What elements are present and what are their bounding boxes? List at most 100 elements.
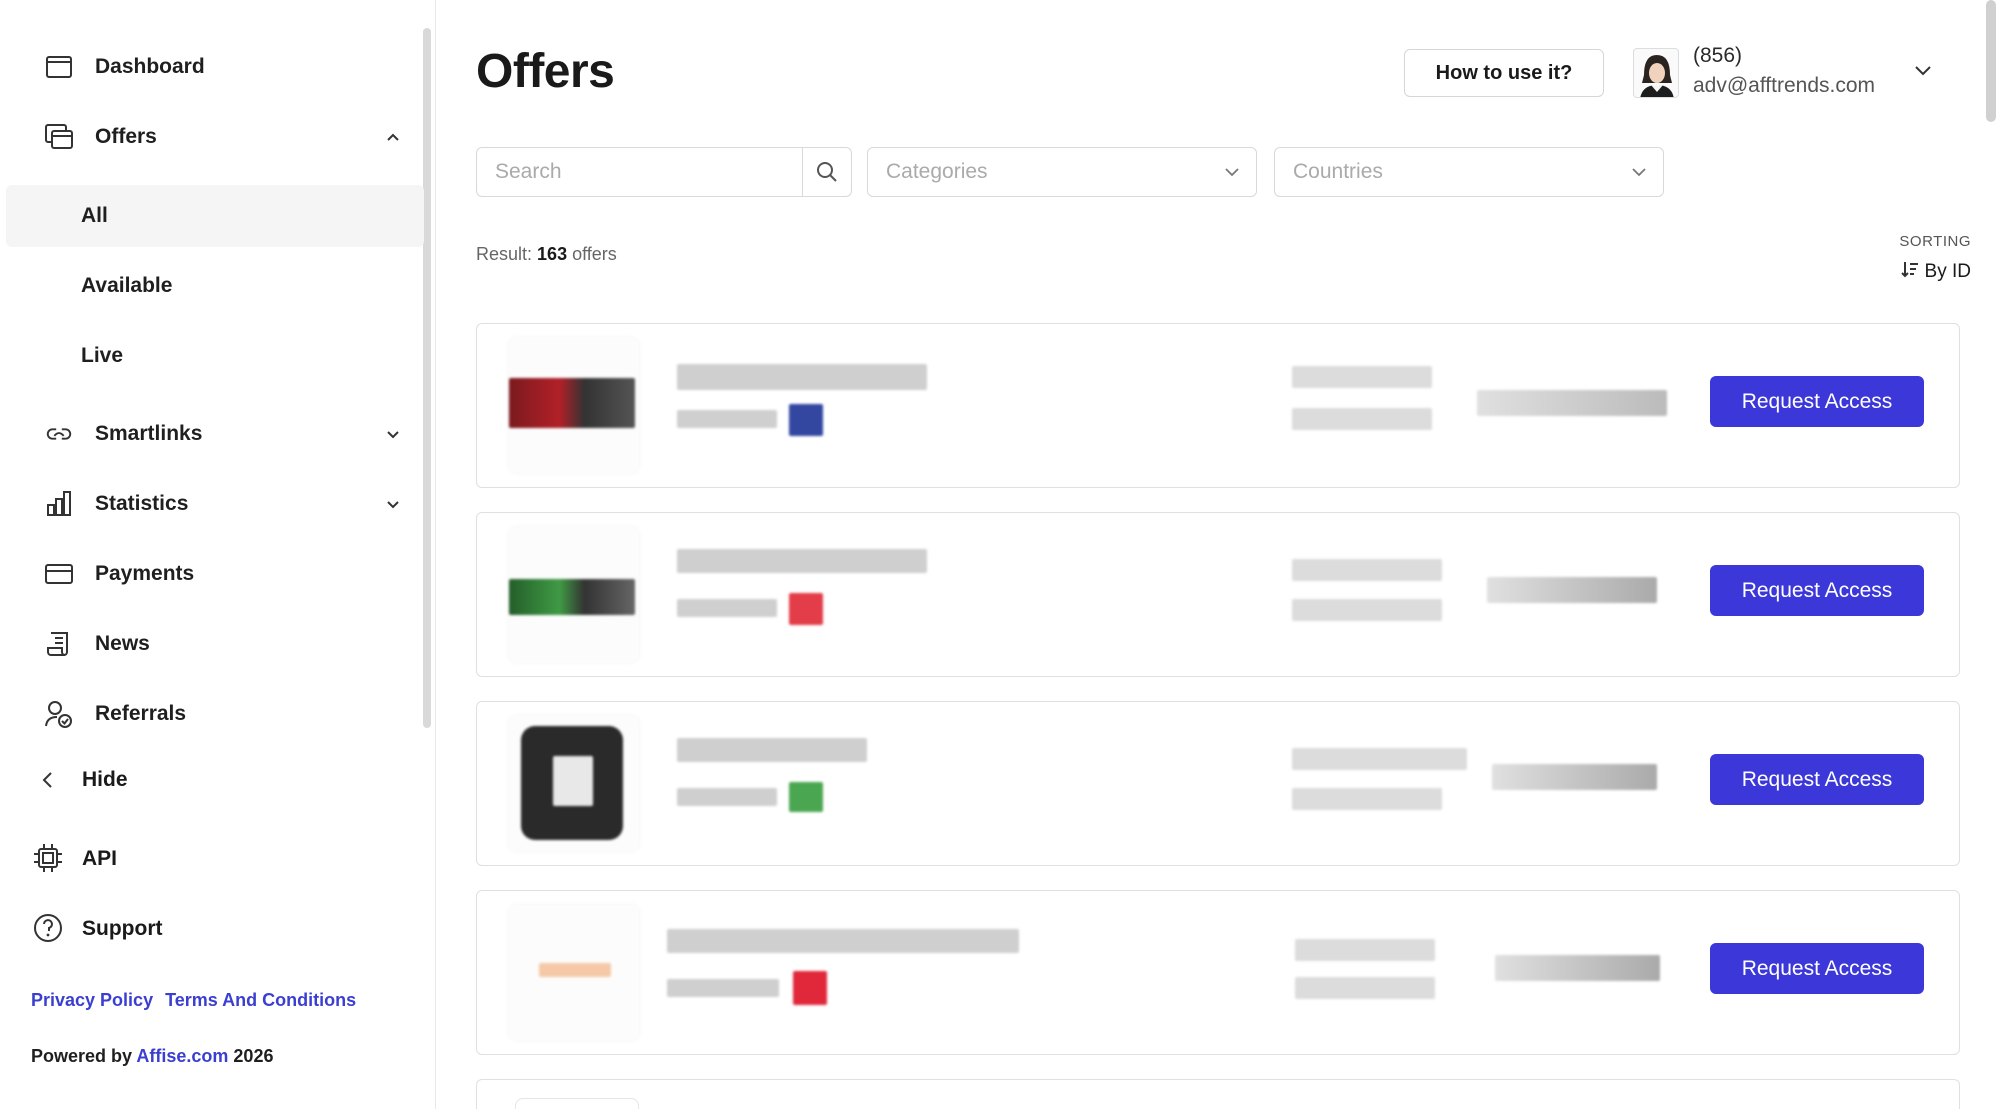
offer-payout-blurred: [1292, 408, 1432, 430]
sidebar-subitem-available[interactable]: Available: [6, 255, 424, 317]
main-content: Offers How to use it? (856) adv@afftrend…: [436, 0, 1999, 1109]
card-icon: [44, 559, 74, 589]
dashboard-icon: [44, 52, 74, 82]
offer-logo-blurred: [509, 378, 635, 428]
chevron-down-icon: [1222, 162, 1242, 182]
offer-stat-blurred: [1487, 577, 1657, 603]
sidebar-item-label: Payments: [95, 562, 195, 585]
offer-payout-blurred: [1295, 939, 1435, 961]
sidebar-item-news[interactable]: News: [0, 614, 420, 674]
chevron-down-icon[interactable]: [383, 424, 403, 444]
affise-link[interactable]: Affise.com: [136, 1046, 228, 1066]
powered-year: 2026: [233, 1046, 274, 1066]
chevron-down-icon: [1629, 162, 1649, 182]
api-label: API: [82, 847, 118, 870]
sidebar-item-label: Statistics: [95, 492, 189, 515]
countries-placeholder: Countries: [1293, 160, 1383, 183]
sidebar-subitem-label: All: [81, 204, 108, 227]
sidebar-item-label: Referrals: [95, 702, 187, 725]
sidebar-item-smartlinks[interactable]: Smartlinks: [0, 404, 420, 464]
sidebar-item-referrals[interactable]: Referrals: [0, 684, 420, 744]
hide-sidebar-button[interactable]: Hide: [0, 750, 420, 810]
sidebar-item-api[interactable]: API: [0, 828, 420, 888]
chevron-down-icon[interactable]: [383, 494, 403, 514]
offer-payout-blurred: [1292, 559, 1442, 581]
sidebar-item-payments[interactable]: Payments: [0, 544, 420, 604]
offer-title-blurred: [667, 929, 1019, 953]
sorting-value: By ID: [1924, 261, 1971, 282]
offer-logo-mark: [553, 756, 593, 806]
sidebar-subitem-all[interactable]: All: [6, 185, 424, 247]
sidebar-item-offers[interactable]: Offers: [0, 107, 420, 167]
sidebar: Dashboard Offers All Available Live Smar…: [0, 0, 436, 1109]
offer-card[interactable]: Request Access: [476, 323, 1960, 488]
sidebar-subitem-label: Available: [81, 274, 173, 297]
request-access-button[interactable]: Request Access: [1710, 565, 1924, 616]
support-label: Support: [82, 917, 163, 940]
user-menu[interactable]: (856) adv@afftrends.com: [1633, 44, 1943, 104]
powered-by: Powered by Affise.com 2026: [31, 1046, 273, 1067]
offer-card[interactable]: Request Access: [476, 512, 1960, 677]
privacy-policy-link[interactable]: Privacy Policy: [31, 990, 153, 1011]
news-icon: [44, 629, 74, 659]
offers-icon: [44, 122, 74, 152]
offer-meta-blurred: [677, 599, 777, 617]
offer-meta-blurred: [677, 788, 777, 806]
offer-thumbnail: [509, 527, 639, 662]
offer-flag: [789, 782, 823, 812]
link-icon: [44, 419, 74, 449]
offer-payout-blurred: [1292, 788, 1442, 810]
page-title: Offers: [476, 45, 615, 98]
offer-meta-blurred: [677, 410, 777, 428]
request-access-button[interactable]: Request Access: [1710, 754, 1924, 805]
offer-card[interactable]: [476, 1079, 1960, 1109]
footer-links: Privacy Policy Terms And Conditions: [31, 990, 356, 1011]
sidebar-item-label: Dashboard: [95, 55, 205, 78]
sidebar-item-label: News: [95, 632, 150, 655]
chevron-down-icon[interactable]: [1911, 58, 1935, 82]
app-root: Dashboard Offers All Available Live Smar…: [0, 0, 1999, 1109]
offer-card[interactable]: Request Access: [476, 890, 1960, 1055]
how-to-use-button[interactable]: How to use it?: [1404, 49, 1604, 97]
offer-title-blurred: [677, 738, 867, 762]
result-count: Result: 163 offers: [476, 244, 617, 265]
sidebar-subitem-label: Live: [81, 344, 124, 367]
chevron-up-icon[interactable]: [383, 127, 403, 147]
user-phone: (856): [1693, 44, 1743, 67]
offer-logo-blurred: [539, 963, 611, 977]
request-access-button[interactable]: Request Access: [1710, 943, 1924, 994]
offer-thumbnail: [509, 716, 639, 851]
countries-select[interactable]: Countries: [1274, 147, 1664, 197]
offer-payout-blurred: [1292, 366, 1432, 388]
request-access-button[interactable]: Request Access: [1710, 376, 1924, 427]
sidebar-item-statistics[interactable]: Statistics: [0, 474, 420, 534]
result-prefix: Result:: [476, 244, 533, 264]
offer-payout-blurred: [1292, 599, 1442, 621]
sort-icon: [1900, 260, 1919, 284]
search-icon[interactable]: [803, 148, 851, 196]
result-suffix: offers: [572, 244, 617, 264]
offer-logo-blurred: [509, 579, 635, 615]
main-scrollbar[interactable]: [1986, 0, 1996, 122]
help-icon: [32, 912, 64, 944]
search-input[interactable]: [477, 148, 803, 196]
categories-select[interactable]: Categories: [867, 147, 1257, 197]
terms-link[interactable]: Terms And Conditions: [165, 990, 356, 1011]
sorting-control[interactable]: By ID: [1900, 260, 1971, 284]
sidebar-item-support[interactable]: Support: [0, 898, 420, 958]
offer-thumbnail: [509, 338, 639, 473]
sidebar-subitem-live[interactable]: Live: [6, 325, 424, 387]
offer-flag: [793, 971, 827, 1005]
offer-thumbnail: [515, 1098, 639, 1109]
offer-meta-blurred: [667, 979, 779, 997]
sidebar-scrollbar[interactable]: [423, 28, 431, 728]
offer-flag: [789, 593, 823, 625]
sidebar-item-dashboard[interactable]: Dashboard: [0, 37, 420, 97]
referrals-icon: [44, 699, 74, 729]
sidebar-item-label: Smartlinks: [95, 422, 203, 445]
offer-card[interactable]: Request Access: [476, 701, 1960, 866]
offer-title-blurred: [677, 549, 927, 573]
result-number: 163: [537, 244, 568, 264]
offer-stat-blurred: [1477, 390, 1667, 416]
powered-prefix: Powered by: [31, 1046, 133, 1066]
